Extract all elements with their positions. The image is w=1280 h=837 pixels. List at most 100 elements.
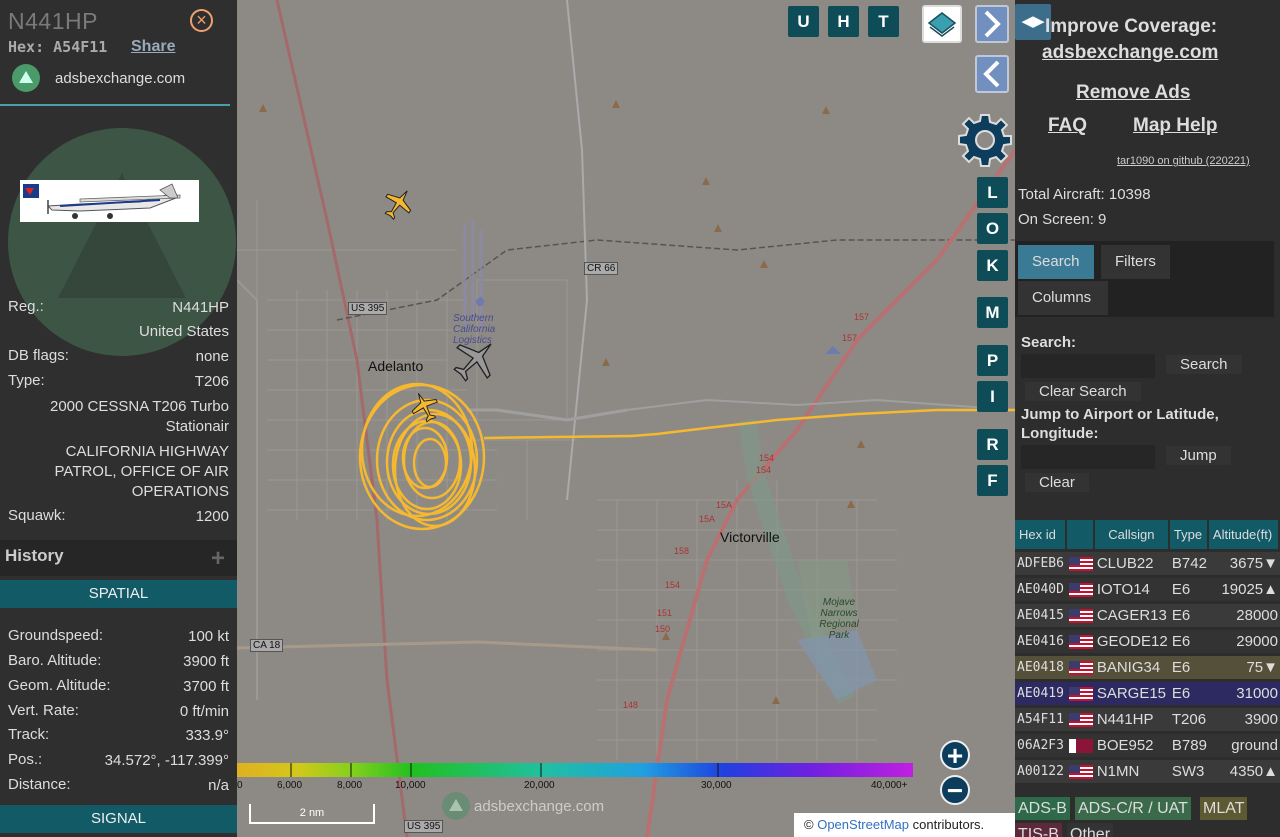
source-badge-tisb[interactable]: TIS-B bbox=[1015, 823, 1062, 837]
hex-label: Hex: bbox=[8, 38, 45, 56]
settings-gear-icon[interactable] bbox=[957, 112, 1013, 168]
expand-plus-icon[interactable]: + bbox=[211, 545, 225, 573]
brand-row[interactable]: adsbexchange.com bbox=[12, 64, 185, 92]
cell-callsign: CAGER13 bbox=[1094, 604, 1170, 627]
column-header-type[interactable]: Type bbox=[1169, 520, 1209, 549]
cell-flag bbox=[1066, 552, 1095, 575]
map-button-k[interactable]: K bbox=[977, 250, 1008, 281]
jump-button[interactable]: Jump bbox=[1166, 446, 1231, 465]
aircraft-photo[interactable] bbox=[20, 180, 199, 222]
map-view[interactable]: Adelanto Victorville Southern California… bbox=[237, 0, 1015, 837]
adsbexchange-logo-icon bbox=[12, 64, 40, 92]
table-row[interactable]: AE0418 BANIG34 E6 75▼ bbox=[1015, 656, 1280, 679]
table-row[interactable]: A00122 N1MN SW3 4350▲ bbox=[1015, 760, 1280, 783]
table-row[interactable]: A54F11 N441HP T206 3900 bbox=[1015, 708, 1280, 731]
search-button[interactable]: Search bbox=[1166, 355, 1242, 374]
tab-columns[interactable]: Columns bbox=[1018, 281, 1108, 315]
layers-button[interactable] bbox=[922, 5, 962, 43]
spatial-section-header[interactable]: SPATIAL bbox=[0, 580, 237, 608]
map-button-m[interactable]: M bbox=[977, 297, 1008, 328]
map-button-p[interactable]: P bbox=[977, 345, 1008, 376]
on-screen-count: On Screen: 9 bbox=[1018, 211, 1107, 228]
map-button-f[interactable]: F bbox=[977, 465, 1008, 496]
table-row[interactable]: 06A2F3 BOE952 B789 ground bbox=[1015, 734, 1280, 757]
info-label: Reg.: bbox=[8, 298, 44, 315]
source-badge-other[interactable]: Other bbox=[1067, 823, 1114, 837]
map-button-l[interactable]: L bbox=[977, 177, 1008, 208]
clear-search-button[interactable]: Clear Search bbox=[1025, 382, 1141, 401]
right-sidebar: ◀▶ Improve Coverage: adsbexchange.com Re… bbox=[1015, 0, 1280, 837]
openstreetmap-link[interactable]: OpenStreetMap bbox=[817, 817, 909, 832]
us-flag-icon bbox=[1068, 713, 1093, 728]
map-help-link[interactable]: Map Help bbox=[1133, 115, 1217, 137]
map-canvas[interactable] bbox=[237, 0, 1015, 837]
cell-flag bbox=[1066, 760, 1095, 783]
map-watermark: adsbexchange.com bbox=[442, 792, 604, 820]
map-button-r[interactable]: R bbox=[977, 429, 1008, 460]
spatial-row-track: Track: 333.9° bbox=[8, 726, 229, 748]
remove-ads-link[interactable]: Remove Ads bbox=[1076, 82, 1190, 104]
map-button-u[interactable]: U bbox=[788, 6, 819, 37]
zoom-out-button[interactable]: − bbox=[940, 775, 970, 805]
map-attribution: © OpenStreetMap contributors. bbox=[794, 813, 1015, 837]
history-section-header[interactable]: History + bbox=[0, 540, 237, 576]
aircraft-marker[interactable] bbox=[380, 186, 416, 222]
cell-altitude: 4350▲ bbox=[1208, 760, 1280, 783]
adsbexchange-link[interactable]: adsbexchange.com bbox=[1042, 42, 1218, 64]
legend-label: 8,000 bbox=[337, 780, 363, 791]
tab-search[interactable]: Search bbox=[1018, 245, 1094, 279]
attribution-symbol: © bbox=[804, 817, 814, 832]
hex-line: Hex: A54F11 bbox=[8, 38, 107, 56]
info-value: 0 ft/min bbox=[179, 703, 229, 720]
table-row[interactable]: AE0419 SARGE15 E6 31000 bbox=[1015, 682, 1280, 705]
road-label-us395-bottom: US 395 bbox=[404, 820, 444, 833]
exit-label: 151 bbox=[657, 608, 673, 618]
brand-site-text: adsbexchange.com bbox=[55, 69, 186, 87]
legend-label: 40,000+ bbox=[871, 780, 908, 791]
zoom-in-button[interactable]: + bbox=[940, 740, 970, 770]
column-header-altitude[interactable]: Altitude(ft) bbox=[1208, 520, 1280, 549]
faq-link[interactable]: FAQ bbox=[1048, 115, 1087, 137]
selected-aircraft-marker[interactable] bbox=[408, 390, 442, 424]
collapse-left-button[interactable] bbox=[975, 55, 1009, 93]
exit-label: 15A bbox=[699, 514, 716, 524]
search-label: Search: bbox=[1021, 334, 1077, 351]
share-link[interactable]: Share bbox=[131, 38, 175, 56]
column-header-hex[interactable]: Hex id bbox=[1015, 520, 1067, 549]
source-badge-adsb[interactable]: ADS-B bbox=[1015, 797, 1070, 820]
info-row-reg: Reg.: N441HP bbox=[8, 298, 229, 320]
table-row[interactable]: AE0415 CAGER13 E6 28000 bbox=[1015, 604, 1280, 627]
spatial-row-vert-rate: Vert. Rate: 0 ft/min bbox=[8, 702, 229, 724]
column-header-flag[interactable] bbox=[1066, 520, 1095, 549]
signal-section-header[interactable]: SIGNAL bbox=[0, 805, 237, 833]
jump-input[interactable] bbox=[1021, 445, 1155, 469]
table-row[interactable]: AE040D IOTO14 E6 19025▲ bbox=[1015, 578, 1280, 601]
info-value: N441HP bbox=[172, 299, 229, 316]
map-button-h[interactable]: H bbox=[828, 6, 859, 37]
table-row[interactable]: AE0416 GEODE12 E6 29000 bbox=[1015, 630, 1280, 653]
source-badge-mlat[interactable]: MLAT bbox=[1200, 797, 1248, 820]
info-label: Vert. Rate: bbox=[8, 702, 79, 719]
cell-altitude: 3900 bbox=[1208, 708, 1280, 731]
expand-right-button[interactable] bbox=[975, 5, 1009, 43]
info-row-model: 2000 CESSNA T206 Turbo Stationair bbox=[8, 397, 229, 439]
tab-filters[interactable]: Filters bbox=[1101, 245, 1170, 279]
map-button-t[interactable]: T bbox=[868, 6, 899, 37]
close-icon[interactable]: × bbox=[190, 9, 213, 32]
map-button-o[interactable]: O bbox=[977, 213, 1008, 244]
cell-type: B789 bbox=[1169, 734, 1209, 757]
aircraft-marker[interactable] bbox=[451, 336, 499, 384]
clear-button[interactable]: Clear bbox=[1025, 473, 1089, 492]
info-value: 1200 bbox=[195, 508, 229, 525]
github-link[interactable]: tar1090 on github (220221) bbox=[1117, 155, 1250, 167]
table-row[interactable]: ADFEB6 CLUB22 B742 3675▼ bbox=[1015, 552, 1280, 575]
source-badge-adsc-uat[interactable]: ADS-C/R / UAT bbox=[1075, 797, 1191, 820]
search-input[interactable] bbox=[1021, 354, 1155, 378]
info-row-type: Type: T206 bbox=[8, 372, 229, 394]
legend-label: 0 bbox=[237, 780, 243, 791]
column-header-callsign[interactable]: Callsign bbox=[1094, 520, 1170, 549]
qatar-flag-icon bbox=[1068, 739, 1093, 754]
chevron-left-icon bbox=[983, 60, 1000, 88]
map-button-i[interactable]: I bbox=[977, 381, 1008, 412]
info-label: Squawk: bbox=[8, 507, 66, 524]
